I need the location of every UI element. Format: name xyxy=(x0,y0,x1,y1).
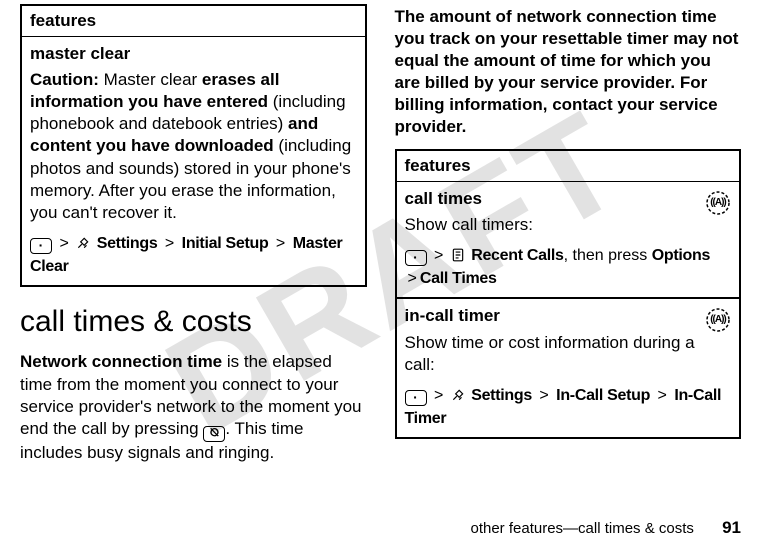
network-time-paragraph: Network connection time is the elapsed t… xyxy=(20,351,367,463)
in-call-timer-title: in-call timer xyxy=(405,305,732,327)
call-times-cell: ((A)) call times Show call timers: > Rec… xyxy=(396,181,741,298)
page-number: 91 xyxy=(722,518,741,537)
in-call-timer-cell: ((A)) in-call timer Show time or cost in… xyxy=(396,298,741,438)
settings-icon xyxy=(76,236,90,257)
in-call-timer-desc: Show time or cost information during a c… xyxy=(405,332,732,376)
caution-label: Caution: xyxy=(30,70,99,89)
footer-text: other features—call times & costs xyxy=(470,520,693,537)
master-clear-title: master clear xyxy=(30,43,357,65)
call-times-title: call times xyxy=(405,188,732,210)
features-header-right: features xyxy=(396,150,741,182)
right-features-table: features ((A)) call times Show call time… xyxy=(395,149,742,440)
right-column: The amount of network connection time yo… xyxy=(395,4,742,474)
features-header: features xyxy=(21,5,366,37)
billing-disclaimer: The amount of network connection time yo… xyxy=(395,6,742,139)
settings-icon xyxy=(451,388,465,409)
network-icon: ((A)) xyxy=(705,190,731,222)
page-content: features master clear Caution: Master cl… xyxy=(0,0,759,474)
master-clear-cell: master clear Caution: Master clear erase… xyxy=(21,37,366,287)
section-heading: call times & costs xyxy=(20,305,367,339)
call-times-desc: Show call timers: xyxy=(405,214,732,236)
svg-text:((A)): ((A)) xyxy=(710,314,726,325)
call-times-crumb: > Recent Calls, then press Options >Call… xyxy=(405,246,732,290)
left-column: features master clear Caution: Master cl… xyxy=(20,4,367,474)
svg-text:((A)): ((A)) xyxy=(710,197,726,208)
master-clear-crumb: > Settings > Initial Setup > Master Clea… xyxy=(30,234,357,278)
center-key-icon xyxy=(30,238,52,254)
recent-calls-icon xyxy=(451,248,465,269)
master-clear-caution: Caution: Master clear erases all informa… xyxy=(30,69,357,224)
network-icon: ((A)) xyxy=(705,307,731,339)
center-key-icon xyxy=(405,390,427,406)
center-key-icon xyxy=(405,250,427,266)
left-features-table: features master clear Caution: Master cl… xyxy=(20,4,367,287)
end-key-icon xyxy=(203,426,225,442)
in-call-timer-crumb: > Settings > In-Call Setup > In-Call Tim… xyxy=(405,386,732,430)
page-footer: other features—call times & costs 91 xyxy=(470,518,741,538)
